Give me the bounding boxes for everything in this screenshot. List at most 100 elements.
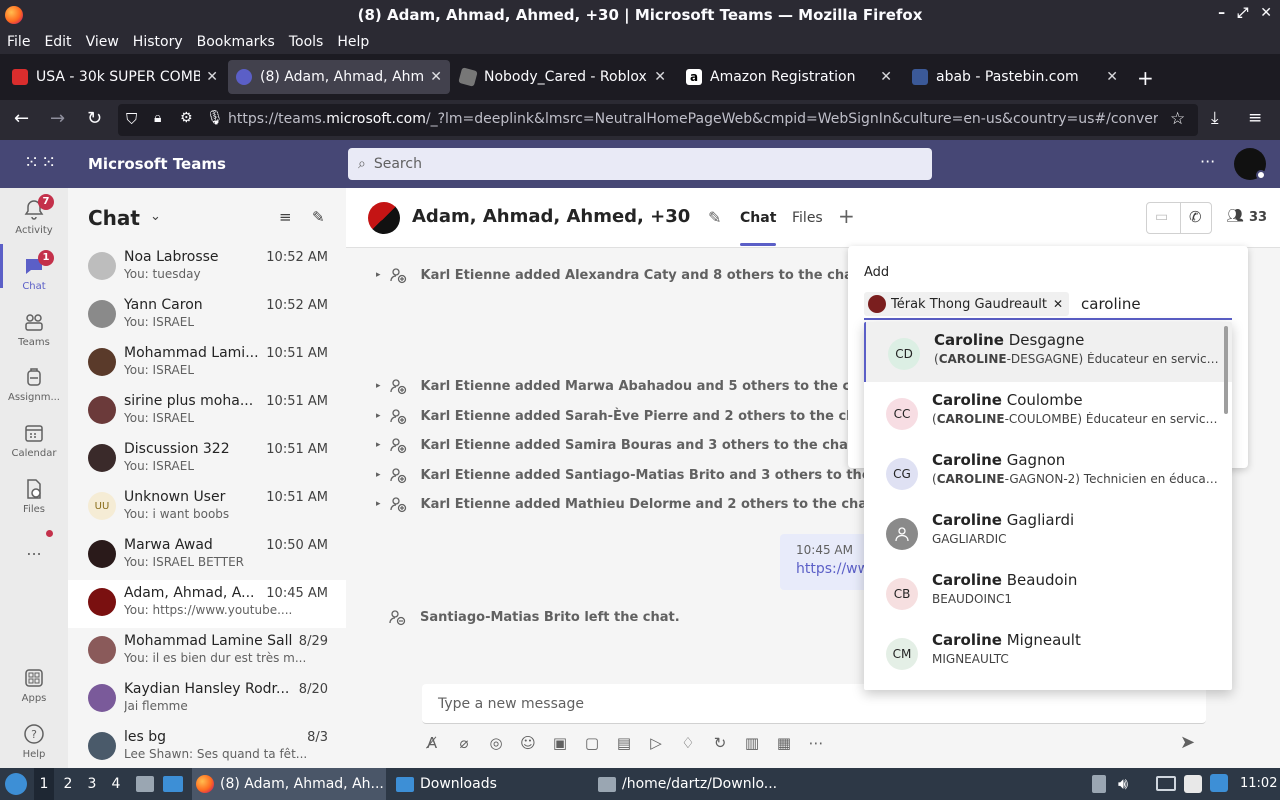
tab-close-icon[interactable]: ✕ [1106,69,1118,85]
chat-item[interactable]: les bg 8/3 Lee Shawn: Ses quand ta fêt..… [68,724,346,772]
attach-icon[interactable]: ⌀ [454,734,474,754]
edit-pencil-icon[interactable]: ✎ [708,208,721,227]
video-call-icon[interactable]: ▭ [1155,209,1168,225]
expand-arrow-icon[interactable]: ▸ [376,499,381,509]
network-icon[interactable] [1156,776,1176,791]
chat-item[interactable]: Noa Labrosse 10:52 AM You: tuesday [68,244,346,292]
reload-icon[interactable]: ↻ [87,108,102,129]
chat-item[interactable]: Discussion 322 10:51 AM You: ISRAEL [68,436,346,484]
url-bar[interactable]: ⛉ 🔒︎ ⚙ 🎙︎ https://teams.microsoft.com/_?… [118,104,1198,136]
menu-view[interactable]: View [86,34,119,50]
chat-item[interactable]: Yann Caron 10:52 AM You: ISRAEL [68,292,346,340]
suggestion-item[interactable]: Caroline Gagliardi GAGLIARDIC [864,502,1232,562]
workspace-2[interactable]: 2 [58,768,78,800]
add-query-text[interactable]: caroline [1081,295,1141,313]
tab-teams[interactable]: (8) Adam, Ahmad, Ahmed ✕ [228,60,450,94]
microphone-icon[interactable]: 🎙︎ [206,110,224,126]
taskbar-window-terminal[interactable]: /home/dartz/Downlo... [594,768,790,800]
taskbar-window-downloads[interactable]: Downloads [392,768,588,800]
tab-amazon[interactable]: a Amazon Registration ✕ [678,60,900,94]
start-menu-icon[interactable] [5,773,27,795]
file-manager-icon[interactable] [136,776,154,792]
url-text[interactable]: https://teams.microsoft.com/_?lm=deeplin… [228,111,1158,127]
battery-icon[interactable] [1092,775,1106,793]
rail-assignments[interactable]: Assignm... [0,365,68,403]
loop-icon[interactable]: ◎ [486,734,506,754]
format-icon[interactable]: A̸ [422,734,442,754]
search-input[interactable]: ⌕ Search [348,148,932,180]
menu-tools[interactable]: Tools [289,34,324,50]
expand-arrow-icon[interactable]: ▸ [376,381,381,391]
tab-files[interactable]: Files [792,210,823,226]
menu-edit[interactable]: Edit [44,34,71,50]
rail-help[interactable]: ? Help [0,722,68,760]
workspace-4[interactable]: 4 [106,768,126,800]
menu-help[interactable]: Help [337,34,369,50]
suggestion-item[interactable]: CG Caroline Gagnon (CAROLINE-GAGNON-2) T… [864,442,1232,502]
volume-icon[interactable]: 🔊︎ [1118,774,1128,794]
rail-files[interactable]: Files [0,477,68,515]
taskbar-window-firefox[interactable]: (8) Adam, Ahmad, Ah... [192,768,386,800]
chat-title[interactable]: Adam, Ahmad, Ahmed, +30 [412,206,690,227]
refresh-icon[interactable]: ↻ [710,734,730,754]
praise-icon[interactable]: ♢ [678,734,698,754]
tab-close-icon[interactable]: ✕ [880,69,892,85]
suggestion-item[interactable]: CB Caroline Beaudoin BEAUDOINC1 [864,562,1232,622]
add-tab-icon[interactable]: + [838,204,855,228]
people-icon[interactable]: 👥︎ [1226,208,1244,224]
permissions-icon[interactable]: ⚙ [180,110,193,126]
chat-item[interactable]: UU Unknown User 10:51 AM You: i want boo… [68,484,346,532]
new-chat-icon[interactable]: ✎ [312,208,325,226]
app-launcher-icon[interactable]: ⁙⁙ [24,152,58,173]
expand-arrow-icon[interactable]: ▸ [376,470,381,480]
menu-file[interactable]: File [7,34,30,50]
shield-icon[interactable]: ⛉ [126,110,137,128]
emoji-icon[interactable]: ☺ [518,734,538,754]
tab-usa-combo[interactable]: USA - 30k SUPER COMBO ✕ [4,60,226,94]
stream-icon[interactable]: ▷ [646,734,666,754]
new-tab-button[interactable]: + [1137,66,1154,90]
maximize-button[interactable]: ⤢ [1237,5,1248,21]
suggestion-item[interactable]: CM Caroline Migneault MIGNEAULTC [864,622,1232,682]
chevron-down-icon[interactable]: ⌄ [150,209,161,224]
suggestion-item[interactable]: CD Caroline Desgagne (CAROLINE-DESGAGNE)… [864,322,1232,382]
scrollbar[interactable] [1224,326,1228,414]
rail-apps[interactable]: Apps [0,666,68,704]
updates-icon[interactable] [1210,774,1228,792]
notes-icon[interactable]: ▦ [774,734,794,754]
rail-calendar[interactable]: Calendar [0,421,68,459]
chat-item[interactable]: sirine plus moha... 10:51 AM You: ISRAEL [68,388,346,436]
schedule-meeting-icon[interactable]: ▤ [614,734,634,754]
rail-chat[interactable]: Chat 1 [0,250,68,292]
tab-roblox[interactable]: Nobody_Cared - Roblox ✕ [452,60,674,94]
suggestion-item[interactable]: CC Caroline Coulombe (CAROLINE-COULOMBE)… [864,382,1232,442]
selected-person-pill[interactable]: Térak Thong Gaudreault ✕ [864,292,1070,316]
expand-arrow-icon[interactable]: ▸ [376,440,381,450]
workspace-3[interactable]: 3 [82,768,102,800]
message-composer[interactable]: Type a new message [422,684,1206,724]
chat-item[interactable]: Kaydian Hansley Rodr... 8/20 Jai flemme [68,676,346,724]
menu-history[interactable]: History [133,34,183,50]
filter-icon[interactable]: ≡ [279,208,292,226]
clipboard-icon[interactable] [1184,775,1202,793]
message-link[interactable]: https://ww [796,561,869,577]
gif-icon[interactable]: ▣ [550,734,570,754]
tab-close-icon[interactable]: ✕ [654,69,666,85]
sticker-icon[interactable]: ▢ [582,734,602,754]
downloads-icon[interactable]: ⤓ [1211,108,1219,128]
tab-close-icon[interactable]: ✕ [206,69,218,85]
expand-arrow-icon[interactable]: ▸ [376,411,381,421]
group-avatar[interactable] [368,202,400,234]
chat-item[interactable]: Mohammad Lami... 10:51 AM You: ISRAEL [68,340,346,388]
more-options-icon[interactable]: ··· [1200,152,1215,171]
more-actions-icon[interactable]: ⋯ [806,734,826,754]
hamburger-menu-icon[interactable]: ≡ [1248,108,1262,128]
menu-bookmarks[interactable]: Bookmarks [197,34,275,50]
chat-item[interactable]: Mohammad Lamine Sall 8/29 You: il es bie… [68,628,346,676]
remove-pill-icon[interactable]: ✕ [1053,297,1063,311]
rail-more[interactable]: ... [0,540,68,559]
lock-icon[interactable]: 🔒︎ [154,110,161,126]
tab-close-icon[interactable]: ✕ [430,69,442,85]
tab-pastebin[interactable]: abab - Pastebin.com ✕ [904,60,1126,94]
tab-chat[interactable]: Chat [740,210,777,246]
